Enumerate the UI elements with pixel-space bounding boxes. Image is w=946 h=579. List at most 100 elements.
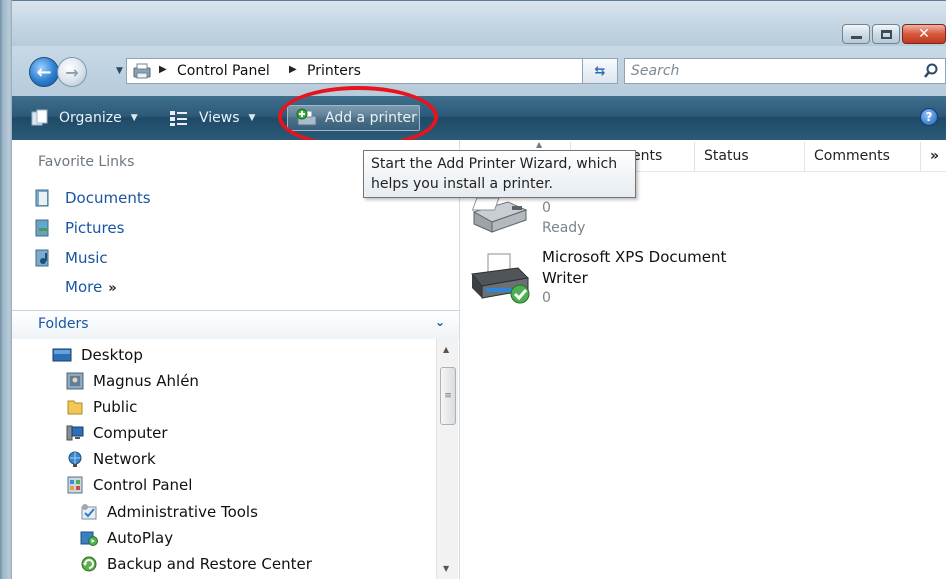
printer-name-line1[interactable]: Microsoft XPS Document [542,247,726,268]
chevron-down-icon: ⌄ [434,315,445,329]
folders-header[interactable]: Folders ⌄ [12,311,459,339]
refresh-icon: ⇆ [594,63,606,79]
computer-icon [66,425,84,441]
user-folder-icon [66,372,84,390]
content-pane: ▲ ents Status Comments » 0 Ready Microso… [460,140,946,579]
admin-tools-icon [81,504,97,520]
column-header-status[interactable]: Status [704,148,749,164]
caption-buttons: ✕ [842,24,946,46]
printers-folder-icon [133,63,151,79]
organize-menu[interactable]: Organize ▼ [30,107,138,129]
folder-tree-scrollbar[interactable]: ▲ ≡ ▼ [436,339,458,579]
desktop-icon [52,348,72,362]
tree-item-public[interactable]: Public [66,396,137,418]
navigation-pane: Favorite Links Documents Pictures Music … [12,140,460,579]
close-button[interactable]: ✕ [902,24,946,44]
network-icon [68,451,82,467]
address-bar-row: ← → ▼ ▶ Control Panel ▶ Printers ▼ ⇆ Sea… [12,46,946,96]
maximize-icon [880,29,892,39]
printer-default-icon[interactable] [468,250,532,306]
tree-item-control-panel[interactable]: Control Panel [66,474,192,496]
tree-item-label: Control Panel [93,476,193,494]
tree-item-label: Administrative Tools [107,503,258,521]
forward-arrow-icon: → [65,62,79,82]
tree-item-backup-restore[interactable]: Backup and Restore Center [80,553,312,575]
scrollbar-thumb[interactable]: ≡ [440,367,456,425]
more-columns-icon[interactable]: » [930,148,939,164]
forward-button[interactable]: → [57,57,87,87]
command-bar: Organize ▼ Views ▼ Add a printer ? [12,96,946,140]
recent-pages-dropdown[interactable]: ▼ [116,66,126,76]
help-glyph: ? [925,110,933,124]
more-label: More [65,278,103,296]
pictures-icon [35,219,49,237]
add-printer-tooltip: Start the Add Printer Wizard, which help… [363,150,636,198]
help-icon[interactable]: ? [920,108,938,126]
printer-status: Ready [542,220,586,236]
breadcrumb-separator: ▶ [159,64,167,75]
printer-documents-count: 0 [542,200,551,216]
tree-item-computer[interactable]: Computer [66,422,168,444]
maximize-button[interactable] [872,24,900,44]
favorite-link-pictures[interactable]: Pictures [34,217,124,239]
folder-tree: Desktop Magnus Ahlén Public Computer Net… [12,339,436,579]
minimize-icon [850,36,862,39]
tree-item-label: Backup and Restore Center [107,555,312,573]
window-frame-left [0,0,12,579]
tree-item-label: Magnus Ahlén [93,372,199,390]
favorite-links-title: Favorite Links [38,154,135,170]
favorite-link-label: Pictures [65,219,125,237]
tooltip-line2: helps you install a printer. [371,176,553,192]
breadcrumb-separator: ▶ [289,64,297,75]
printer-documents-count: 0 [542,290,551,306]
autoplay-icon [80,531,98,546]
views-menu[interactable]: Views ▼ [169,107,255,129]
documents-icon [35,189,49,207]
search-input[interactable]: Search [624,58,946,84]
printer-name-line2[interactable]: Writer [542,268,588,289]
minimize-button[interactable] [842,24,870,44]
column-separator [920,142,921,172]
tree-item-user[interactable]: Magnus Ahlén [66,370,199,392]
tree-item-label: Desktop [81,346,143,364]
music-icon [35,249,49,267]
search-icon[interactable] [923,63,939,79]
favorite-link-music[interactable]: Music [34,247,108,269]
folder-icon [67,400,83,415]
breadcrumb-printers[interactable]: Printers [307,63,361,79]
scroll-up-icon[interactable]: ▲ [443,345,449,354]
views-label: Views [199,110,240,126]
chevron-right-icon: » [108,281,117,296]
tree-item-network[interactable]: Network [66,448,156,470]
close-icon: ✕ [918,26,930,42]
column-separator [804,142,805,172]
tree-item-label: Public [93,398,138,416]
more-links[interactable]: More » [65,278,117,296]
tree-item-administrative-tools[interactable]: Administrative Tools [80,501,258,523]
folders-label: Folders [38,316,89,332]
organize-icon [31,109,48,126]
title-bar [0,0,946,46]
control-panel-icon [67,476,83,494]
chevron-down-icon: ▼ [130,113,138,123]
tree-item-label: AutoPlay [107,529,174,547]
address-box[interactable]: ▶ Control Panel ▶ Printers ▼ [126,58,608,84]
tooltip-line1: Start the Add Printer Wizard, which [371,156,618,172]
refresh-button[interactable]: ⇆ [582,58,618,84]
views-icon [170,111,187,126]
back-button[interactable]: ← [29,57,59,87]
explorer-window: ✕ ← → ▼ ▶ Control Panel ▶ Printers ▼ ⇆ S… [0,0,946,579]
tree-item-desktop[interactable]: Desktop [52,344,143,366]
column-header-documents[interactable]: ents [632,148,662,164]
column-header-comments[interactable]: Comments [814,148,890,164]
favorite-link-documents[interactable]: Documents [34,187,151,209]
breadcrumb-control-panel[interactable]: Control Panel [177,63,270,79]
backup-icon [81,556,97,572]
sort-ascending-icon: ▲ [536,140,543,149]
favorite-link-label: Documents [65,189,151,207]
chevron-down-icon: ▼ [248,113,256,123]
tree-item-autoplay[interactable]: AutoPlay [80,527,173,549]
favorite-link-label: Music [65,249,108,267]
column-separator [694,142,695,172]
scroll-down-icon[interactable]: ▼ [443,564,449,573]
